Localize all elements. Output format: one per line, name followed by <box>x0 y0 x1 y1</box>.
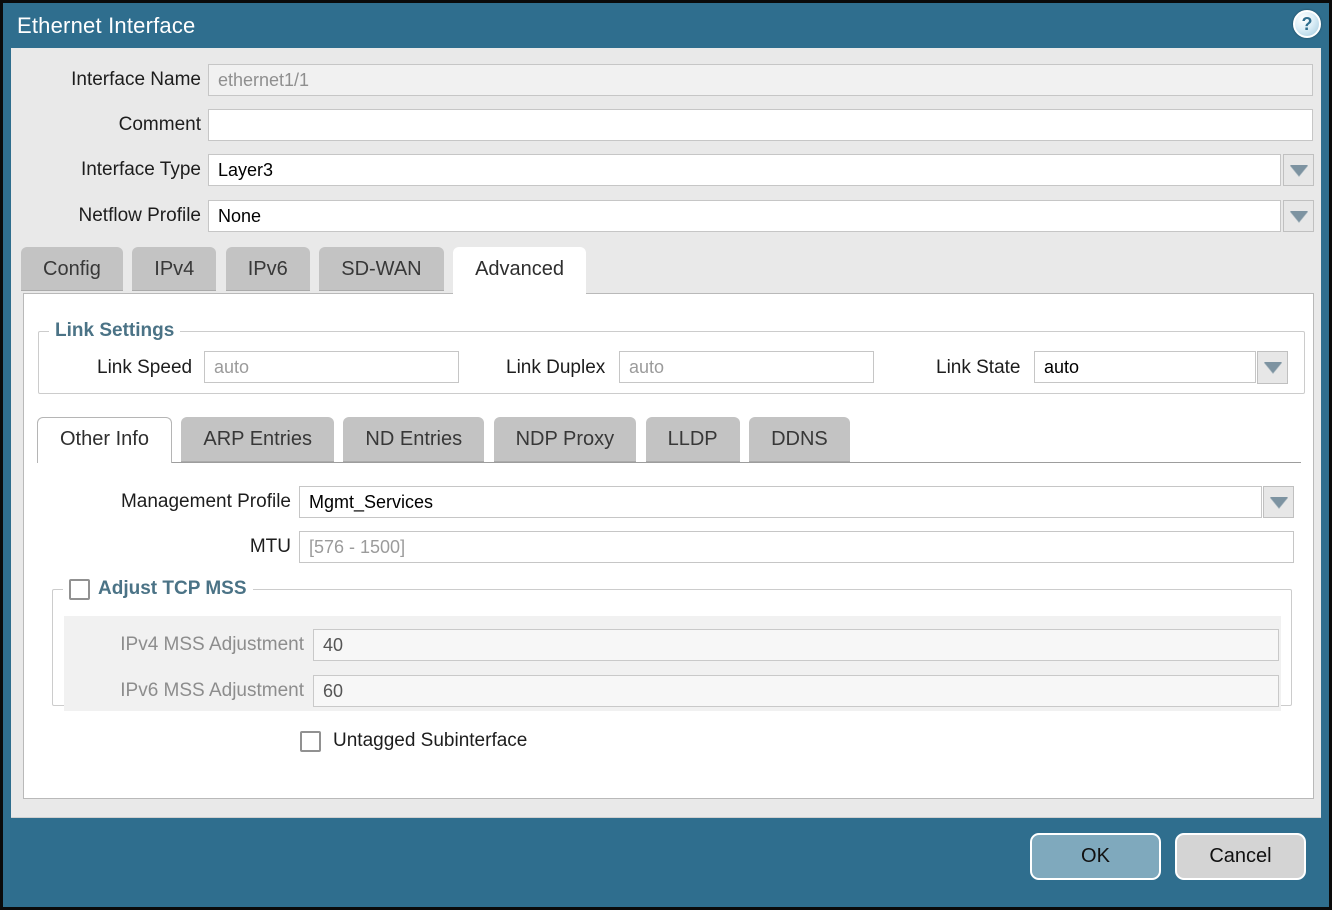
management-profile-label: Management Profile <box>101 486 291 518</box>
link-speed-label: Link Speed <box>97 351 192 384</box>
untagged-subinterface-checkbox[interactable] <box>300 731 321 752</box>
help-icon[interactable]: ? <box>1293 10 1321 38</box>
link-state-dropdown-button[interactable] <box>1257 351 1288 384</box>
chevron-down-icon <box>1270 497 1288 508</box>
dialog-title: Ethernet Interface <box>17 13 195 39</box>
dialog-body: Interface Name Comment Interface Type Ne… <box>11 48 1321 818</box>
sub-tab-strip: Other Info ARP Entries ND Entries NDP Pr… <box>37 417 1301 463</box>
chevron-down-icon <box>1290 211 1308 222</box>
tab-nd-entries[interactable]: ND Entries <box>343 417 484 462</box>
adjust-tcp-mss-legend: Adjust TCP MSS <box>63 578 253 600</box>
tab-advanced[interactable]: Advanced <box>453 247 586 294</box>
ipv4-mss-label: IPv4 MSS Adjustment <box>74 629 304 661</box>
ipv6-mss-input <box>313 675 1279 707</box>
management-profile-dropdown-button[interactable] <box>1263 486 1294 518</box>
adjust-tcp-mss-checkbox[interactable] <box>69 579 90 600</box>
chevron-down-icon <box>1264 362 1282 373</box>
tab-config[interactable]: Config <box>21 247 123 291</box>
advanced-tab-panel: Link Settings Link Speed Link Duplex Lin… <box>23 293 1314 799</box>
netflow-profile-select[interactable] <box>208 200 1281 232</box>
tab-ndp-proxy[interactable]: NDP Proxy <box>494 417 637 462</box>
link-duplex-label: Link Duplex <box>506 351 605 384</box>
interface-name-input <box>208 64 1313 96</box>
cancel-button[interactable]: Cancel <box>1175 833 1306 880</box>
interface-name-label: Interface Name <box>11 64 201 96</box>
mtu-input[interactable] <box>299 531 1294 563</box>
tab-other-info[interactable]: Other Info <box>37 417 172 463</box>
ethernet-interface-dialog: Ethernet Interface ? Interface Name Comm… <box>0 0 1332 910</box>
tab-ddns[interactable]: DDNS <box>749 417 850 462</box>
tab-ipv6[interactable]: IPv6 <box>226 247 310 291</box>
tab-ipv4[interactable]: IPv4 <box>132 247 216 291</box>
chevron-down-icon <box>1290 165 1308 176</box>
netflow-profile-dropdown-button[interactable] <box>1283 200 1314 232</box>
mtu-label: MTU <box>101 531 291 563</box>
title-bar: Ethernet Interface ? <box>3 3 1329 48</box>
dialog-footer: OK Cancel <box>3 815 1329 907</box>
tab-lldp[interactable]: LLDP <box>646 417 740 462</box>
tab-sdwan[interactable]: SD-WAN <box>319 247 443 291</box>
management-profile-select[interactable] <box>299 486 1262 518</box>
link-duplex-input[interactable] <box>619 351 874 383</box>
link-settings-legend: Link Settings <box>49 320 180 342</box>
link-speed-input[interactable] <box>204 351 459 383</box>
untagged-subinterface-label: Untagged Subinterface <box>333 730 527 752</box>
comment-input[interactable] <box>208 109 1313 141</box>
untagged-subinterface-row: Untagged Subinterface <box>300 730 527 752</box>
ok-button[interactable]: OK <box>1030 833 1161 880</box>
mss-disabled-box: IPv4 MSS Adjustment IPv6 MSS Adjustment <box>64 616 1281 711</box>
interface-type-label: Interface Type <box>11 154 201 186</box>
adjust-tcp-mss-legend-text: Adjust TCP MSS <box>98 578 247 600</box>
link-state-label: Link State <box>936 351 1021 384</box>
netflow-profile-label: Netflow Profile <box>11 200 201 232</box>
main-tab-strip: Config IPv4 IPv6 SD-WAN Advanced <box>21 247 591 294</box>
tab-arp-entries[interactable]: ARP Entries <box>181 417 334 462</box>
adjust-tcp-mss-fieldset: Adjust TCP MSS IPv4 MSS Adjustment IPv6 … <box>52 578 1292 706</box>
interface-type-dropdown-button[interactable] <box>1283 154 1314 186</box>
ipv6-mss-label: IPv6 MSS Adjustment <box>74 675 304 707</box>
comment-label: Comment <box>11 109 201 141</box>
ipv4-mss-input <box>313 629 1279 661</box>
link-state-select[interactable] <box>1034 351 1256 383</box>
interface-type-select[interactable] <box>208 154 1281 186</box>
